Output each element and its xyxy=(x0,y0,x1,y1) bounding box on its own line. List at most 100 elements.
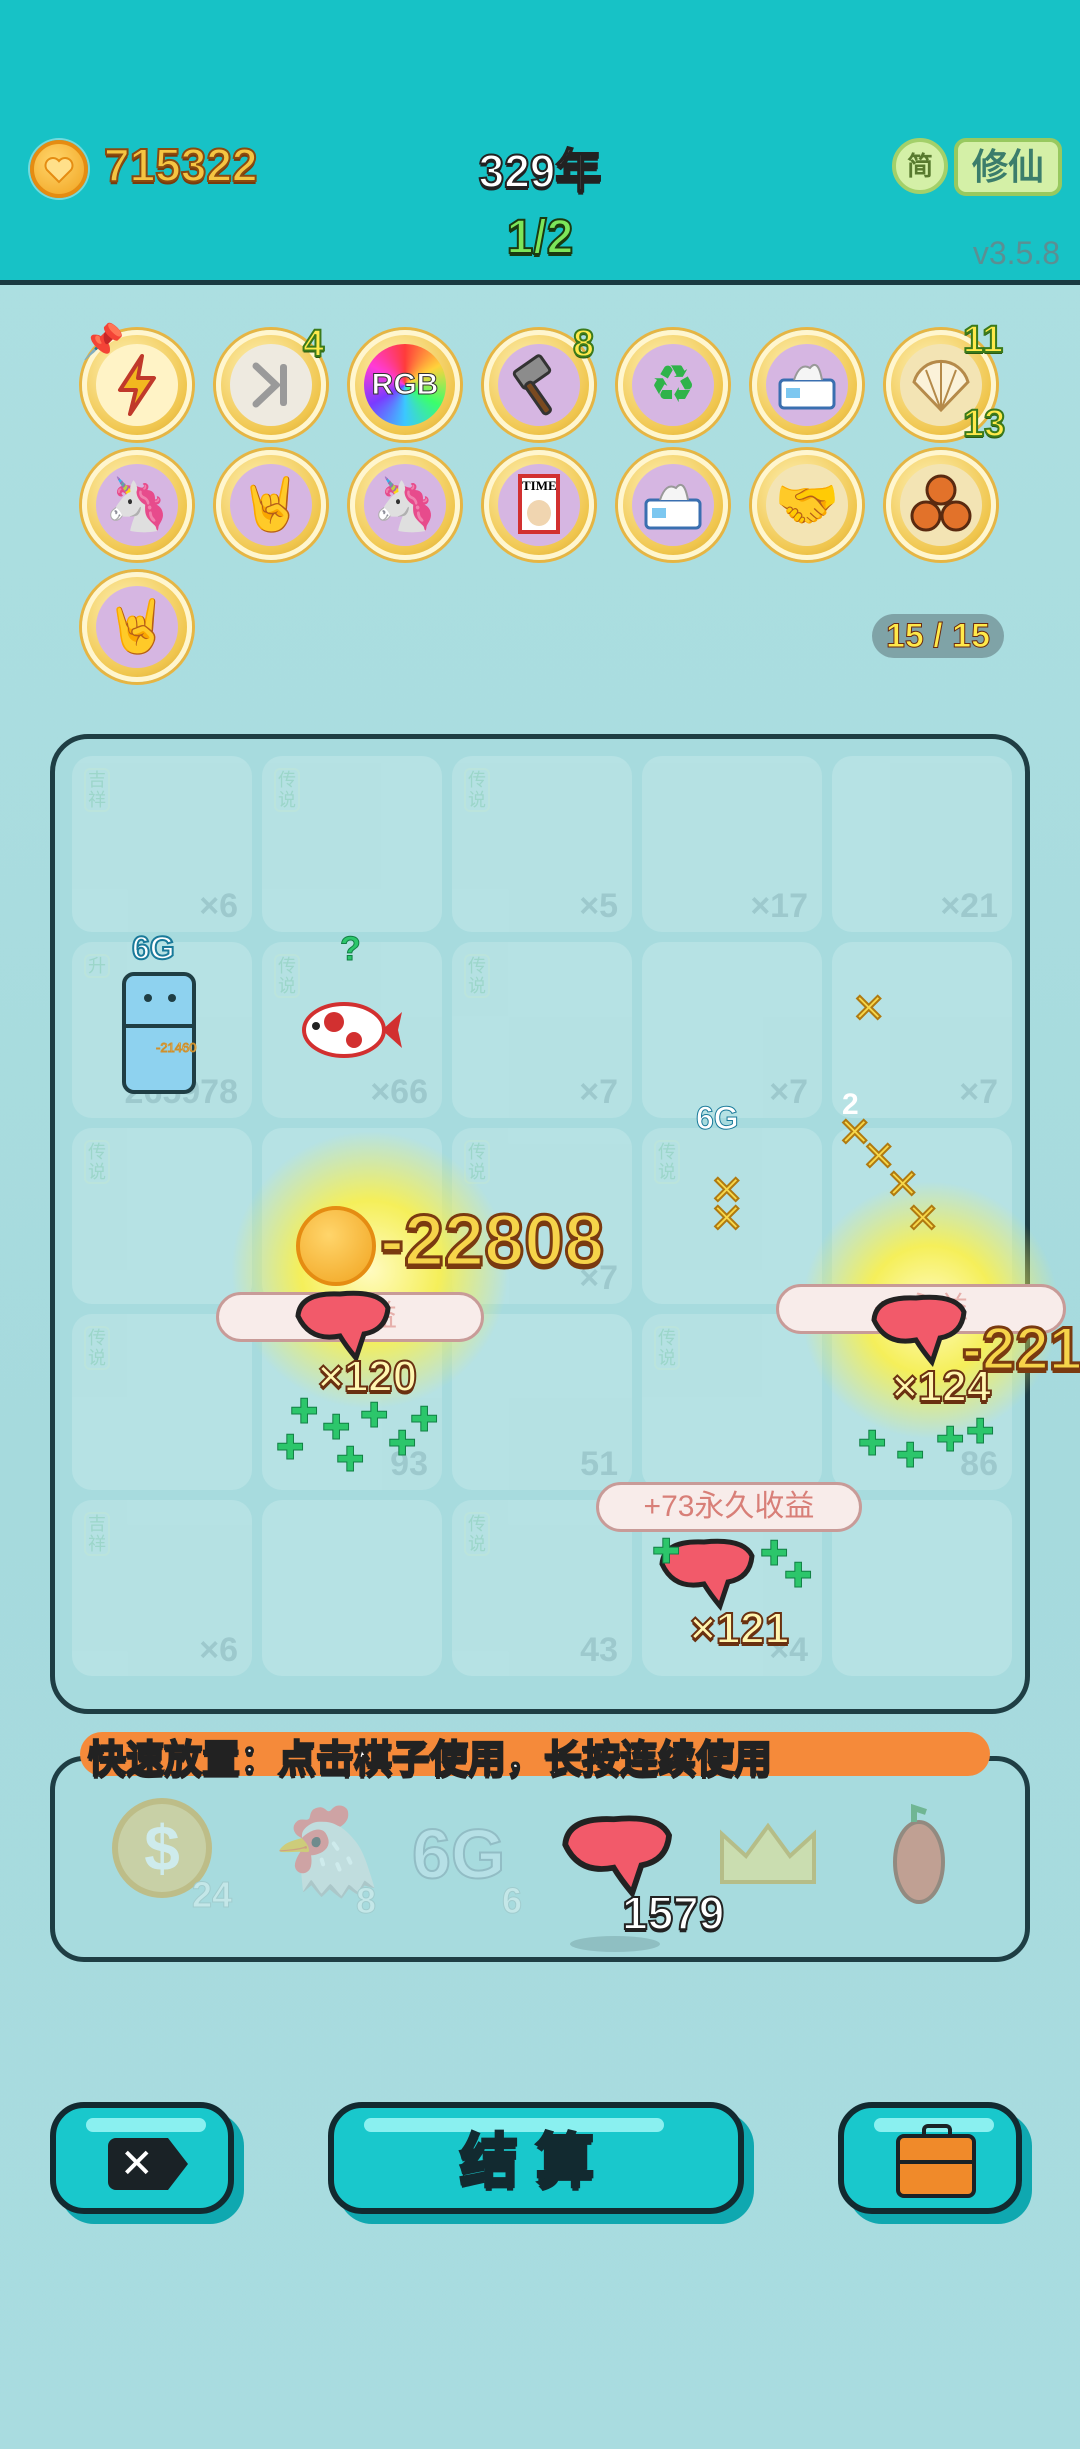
cell-rarity-tag: 传说 xyxy=(464,768,490,812)
recycle-icon: ♻ xyxy=(649,356,697,414)
fridge-value: -21460 xyxy=(155,1040,197,1056)
mode-button[interactable]: 修仙 xyxy=(954,138,1062,196)
cell-rarity-tag: 传说 xyxy=(654,1326,680,1370)
briefcase-icon xyxy=(896,2124,976,2198)
cell-multiplier: ×7 xyxy=(579,1073,618,1111)
tray-item-crown[interactable] xyxy=(712,1790,852,1930)
tray-item-bird[interactable]: 🐔 8 xyxy=(262,1790,402,1930)
crown-icon xyxy=(720,1822,816,1884)
buff-tissue[interactable] xyxy=(752,330,862,440)
settle-button[interactable]: 结算 xyxy=(328,2102,744,2214)
cell-rarity-tag: 吉祥 xyxy=(84,1512,110,1556)
board-cell[interactable] xyxy=(262,1500,442,1676)
version-label: v3.5.8 xyxy=(972,235,1060,271)
board-cell[interactable]: ×17 xyxy=(642,756,822,932)
bag-button[interactable] xyxy=(838,2102,1022,2214)
buff-hammer[interactable]: 8 xyxy=(484,322,595,440)
cell-rarity-tag: 传说 xyxy=(84,1326,110,1370)
cross-icon: ✕ xyxy=(709,1196,744,1242)
board-cell[interactable]: ×21 xyxy=(832,756,1012,932)
rgb-icon: RGB xyxy=(371,368,439,402)
buff-shell[interactable]: 11 13 xyxy=(886,318,1006,446)
liver-multiplier: ×120 xyxy=(317,1351,418,1402)
buff-skip[interactable]: 4 xyxy=(216,322,326,440)
plus-icon: ✚ xyxy=(360,1397,389,1436)
cell-multiplier: ×7 xyxy=(769,1073,808,1111)
board-cell[interactable]: 传说 xyxy=(72,1128,252,1304)
board-cell[interactable]: 吉祥 ×6 xyxy=(72,756,252,932)
cell-multiplier: ×17 xyxy=(750,887,808,925)
plus-icon: ✚ xyxy=(966,1413,995,1452)
coin-icon xyxy=(30,140,88,198)
board-cell[interactable]: 传说 ×7 xyxy=(452,942,632,1118)
plus-icon: ✚ xyxy=(652,1533,681,1572)
buff-unicorn[interactable]: 🦄 xyxy=(82,450,192,560)
buff-basketballs[interactable] xyxy=(886,450,996,560)
liver-multiplier: ×124 xyxy=(891,1361,992,1412)
skip-icon xyxy=(230,344,312,426)
plus-icon: ✚ xyxy=(896,1437,925,1476)
cell-multiplier: ×7 xyxy=(959,1073,998,1111)
question-mark: ? xyxy=(340,930,362,969)
settle-label: 结算 xyxy=(458,2128,612,2196)
fridge-piece[interactable]: -21460 xyxy=(122,972,197,1094)
cell-rarity-tag: 传说 xyxy=(464,954,490,998)
cell-rarity-tag: 升 xyxy=(84,954,110,978)
tray-item-6g[interactable]: 6G 6 xyxy=(410,1790,550,1930)
plus-icon: ✚ xyxy=(290,1393,319,1432)
cell-multiplier: ×66 xyxy=(370,1073,428,1111)
basketballs-icon xyxy=(900,464,982,546)
buff-count: 15 / 15 xyxy=(872,614,1004,658)
board-cell[interactable]: 传说 ×5 xyxy=(452,756,632,932)
unicorn-icon: 🦄 xyxy=(372,476,438,534)
hammer-icon xyxy=(498,344,580,426)
rock-hand-icon: 🤘 xyxy=(104,598,170,656)
board-cell[interactable]: 传说 xyxy=(262,756,442,932)
buff-handshake[interactable]: 🤝 xyxy=(752,450,862,560)
koi-fish-piece[interactable] xyxy=(294,990,404,1075)
close-icon: ✕ xyxy=(108,2138,188,2190)
tray-item-coin[interactable]: $ 24 xyxy=(104,1790,244,1930)
board-cell[interactable]: 传说 xyxy=(72,1314,252,1490)
cell-multiplier: 51 xyxy=(580,1445,618,1483)
board-cell[interactable]: 传说 xyxy=(642,1314,822,1490)
cell-rarity-tag: 传说 xyxy=(654,1140,680,1184)
big-penalty-number: -22808 xyxy=(378,1200,605,1283)
plus-icon: ✚ xyxy=(276,1429,305,1468)
buff-unicorn-2[interactable]: 🦄 xyxy=(350,450,460,560)
tissue-box-icon xyxy=(766,344,848,426)
plus-icon: ✚ xyxy=(336,1441,365,1480)
cell-rarity-tag: 吉祥 xyxy=(84,768,110,812)
buff-rock-hand[interactable]: 🤘 xyxy=(216,450,326,560)
fridge-label: 6G xyxy=(131,929,176,967)
cell-multiplier: ×6 xyxy=(199,1631,238,1669)
cross-icon: ✕ xyxy=(851,986,886,1032)
round-progress: 1/2 xyxy=(506,210,575,265)
plus-icon: ✚ xyxy=(858,1425,887,1464)
language-button[interactable]: 简 xyxy=(892,138,948,194)
coin-count: 715322 xyxy=(103,138,258,192)
buff-recycle[interactable]: ♻ xyxy=(618,330,728,440)
top-header: 715322 329年 1/2 简 修仙 v3.5.8 xyxy=(0,0,1080,285)
buff-tissue-2[interactable] xyxy=(618,450,728,560)
6g-icon: 6G xyxy=(411,1814,506,1894)
board-cell[interactable] xyxy=(832,1500,1012,1676)
buff-badge: 11 xyxy=(962,318,1004,362)
cross-icon: ✕ xyxy=(905,1196,940,1242)
buff-time-magazine[interactable]: TIME xyxy=(484,450,594,560)
plus-icon: ✚ xyxy=(784,1557,813,1596)
plus-icon: ✚ xyxy=(936,1421,965,1460)
board-cell[interactable]: 吉祥 ×6 xyxy=(72,1500,252,1676)
cell-rarity-tag: 传说 xyxy=(84,1140,110,1184)
buff-rock-hand-2[interactable]: 🤘 xyxy=(82,572,192,682)
coin-icon xyxy=(296,1206,376,1286)
cell-multiplier: 43 xyxy=(580,1631,618,1669)
time-magazine-icon: TIME xyxy=(518,474,560,534)
tray-item-pepper[interactable] xyxy=(864,1790,1004,1930)
close-button[interactable]: ✕ xyxy=(50,2102,234,2214)
tray-item-liver[interactable]: 1579 xyxy=(556,1790,725,1940)
cell-rarity-tag: 传说 xyxy=(464,1512,490,1556)
board-cell[interactable]: ×7 xyxy=(642,942,822,1118)
buff-rgb[interactable]: RGB xyxy=(350,330,460,440)
year-counter: 329年 xyxy=(478,144,603,198)
